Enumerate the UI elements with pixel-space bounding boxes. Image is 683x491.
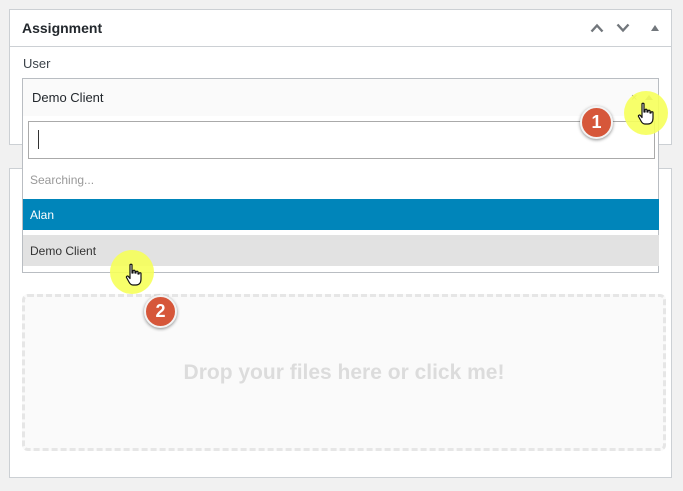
step-number: 2: [155, 301, 166, 321]
user-select[interactable]: Demo Client: [22, 78, 659, 116]
triangle-up-icon: [651, 25, 659, 31]
toggle-panel-button[interactable]: [645, 18, 665, 38]
step-badge-1: 1: [580, 106, 613, 139]
chevron-down-icon: [616, 23, 630, 33]
hand-pointer-icon: [637, 102, 654, 125]
user-select-value: Demo Client: [32, 90, 104, 105]
file-dropzone[interactable]: Drop your files here or click me!: [22, 294, 666, 451]
option-label: Alan: [30, 207, 55, 222]
searching-status: Searching...: [30, 173, 95, 187]
panel-title: Assignment: [22, 20, 103, 36]
text-caret: [38, 130, 39, 149]
hand-pointer-icon: [125, 263, 142, 286]
chevron-up-icon: [590, 23, 604, 33]
user-dropdown: Searching... Alan Demo Client: [22, 116, 659, 273]
step-badge-2: 2: [144, 295, 177, 328]
option-label: Demo Client: [30, 243, 97, 258]
dropzone-text: Drop your files here or click me!: [183, 360, 505, 384]
move-down-button[interactable]: [613, 18, 633, 38]
move-up-button[interactable]: [587, 18, 607, 38]
step-number: 1: [591, 112, 602, 132]
user-search-input[interactable]: [28, 121, 655, 159]
search-field-wrap: [28, 121, 655, 159]
user-field-label: User: [23, 56, 51, 71]
assignment-panel-header: Assignment: [10, 10, 671, 47]
option-alan[interactable]: Alan: [23, 199, 659, 230]
